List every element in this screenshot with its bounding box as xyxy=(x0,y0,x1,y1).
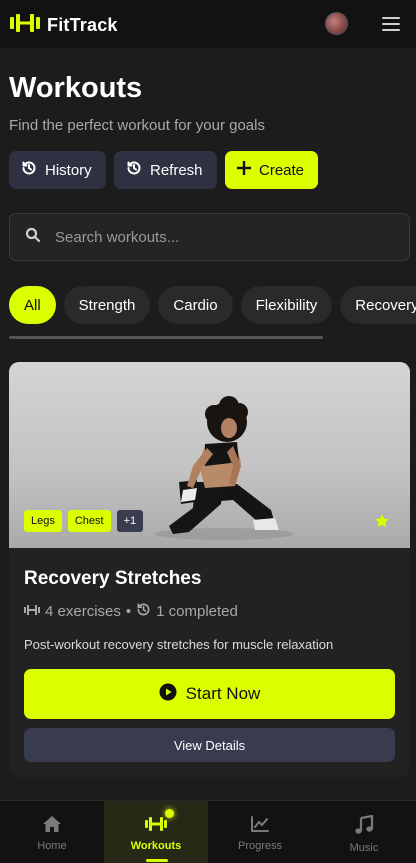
refresh-button[interactable]: Refresh xyxy=(114,151,217,189)
workout-meta: 4 exercises • 1 completed xyxy=(24,602,238,621)
search-icon xyxy=(25,227,41,248)
nav-progress[interactable]: Progress xyxy=(208,801,312,863)
nav-home-label: Home xyxy=(37,840,67,852)
history-button[interactable]: History xyxy=(9,151,106,189)
bottom-navigation: Home Workouts Progress Music xyxy=(0,800,416,863)
search-bar xyxy=(9,213,410,261)
nav-music[interactable]: Music xyxy=(312,801,416,863)
chart-line-icon xyxy=(250,815,270,836)
workout-description: Post-workout recovery stretches for musc… xyxy=(24,637,334,652)
workout-title: Recovery Stretches xyxy=(24,568,202,589)
action-buttons: History Refresh Create xyxy=(9,151,318,189)
tag-more-count[interactable]: +1 xyxy=(116,510,144,532)
dumbbell-icon xyxy=(145,815,167,836)
play-circle-icon xyxy=(159,683,177,706)
filter-chip-strength[interactable]: Strength xyxy=(63,286,151,324)
history-label: History xyxy=(45,161,92,179)
history-icon xyxy=(136,602,151,621)
dumbbell-logo-icon xyxy=(9,12,41,39)
muscle-tags: Legs Chest +1 xyxy=(24,510,144,532)
start-now-button[interactable]: Start Now xyxy=(24,669,395,719)
create-button[interactable]: Create xyxy=(225,151,318,189)
nav-music-label: Music xyxy=(349,842,379,854)
workout-image: Legs Chest +1 xyxy=(9,362,410,548)
page-subtitle: Find the perfect workout for your goals xyxy=(9,117,265,134)
star-icon[interactable] xyxy=(374,513,390,529)
filter-chip-cardio[interactable]: Cardio xyxy=(158,286,233,324)
filter-chip-all[interactable]: All xyxy=(9,286,56,324)
plus-icon xyxy=(237,161,251,179)
completed-count: 1 completed xyxy=(156,603,238,620)
user-avatar[interactable] xyxy=(325,12,348,35)
dumbbell-icon xyxy=(24,603,40,620)
search-input[interactable] xyxy=(55,228,375,246)
tag-legs: Legs xyxy=(24,510,62,532)
exercise-count: 4 exercises xyxy=(45,603,121,620)
chips-scrollbar[interactable] xyxy=(9,336,323,339)
filter-chip-flexibility[interactable]: Flexibility xyxy=(240,286,333,324)
page-title: Workouts xyxy=(9,72,143,104)
refresh-icon xyxy=(126,160,142,180)
start-now-label: Start Now xyxy=(185,684,261,703)
brand[interactable]: FitTrack xyxy=(9,12,118,39)
filter-chips: All Strength Cardio Flexibility Recovery xyxy=(9,286,416,324)
nav-workouts-label: Workouts xyxy=(130,840,182,852)
refresh-label: Refresh xyxy=(150,161,203,179)
active-tab-underline xyxy=(146,859,168,862)
home-icon xyxy=(42,815,62,836)
workout-card[interactable]: Legs Chest +1 Recovery Stretches 4 exerc… xyxy=(9,362,410,777)
music-note-icon xyxy=(354,814,374,838)
app-name: FitTrack xyxy=(47,15,118,35)
hamburger-menu-icon[interactable] xyxy=(380,14,402,34)
top-app-bar: FitTrack xyxy=(0,0,416,48)
view-details-button[interactable]: View Details xyxy=(24,728,395,762)
create-label: Create xyxy=(259,161,305,179)
nav-home[interactable]: Home xyxy=(0,801,104,863)
nav-progress-label: Progress xyxy=(237,840,283,852)
active-indicator-dot xyxy=(165,809,174,818)
nav-workouts[interactable]: Workouts xyxy=(104,801,208,863)
tag-chest: Chest xyxy=(67,510,111,532)
filter-chip-recovery[interactable]: Recovery xyxy=(340,286,416,324)
history-icon xyxy=(21,160,37,180)
meta-separator: • xyxy=(125,603,132,620)
